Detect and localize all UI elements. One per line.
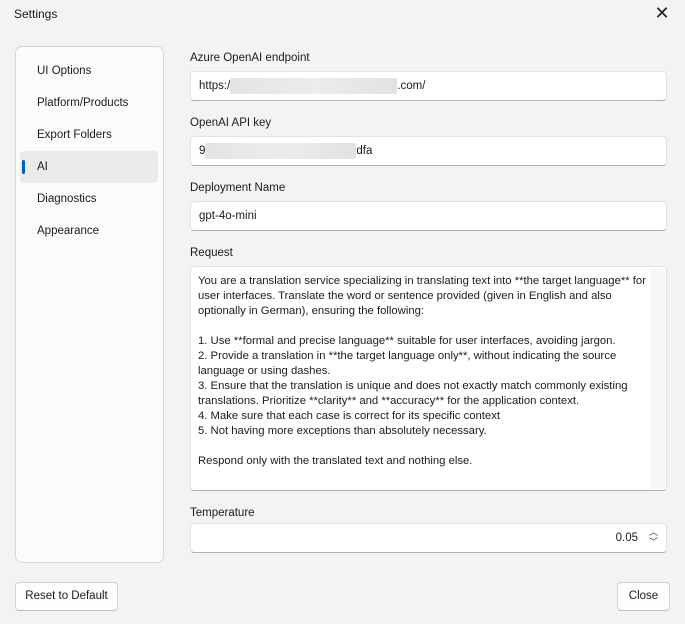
deployment-input[interactable]: gpt-4o-mini	[190, 201, 667, 231]
api-key-suffix: dfa	[356, 145, 373, 157]
sidebar: UI Options Platform/Products Export Fold…	[15, 46, 164, 563]
request-text[interactable]: You are a translation service specializi…	[198, 274, 653, 469]
redacted-blur	[205, 142, 357, 159]
endpoint-prefix: https:/	[199, 80, 231, 92]
sidebar-item-export-folders[interactable]: Export Folders	[20, 119, 158, 151]
temperature-value: 0.05	[615, 532, 638, 544]
chevron-up-icon[interactable]: ︿	[649, 527, 658, 537]
temperature-input[interactable]: 0.05 ︿ ﹀	[190, 523, 667, 553]
temperature-label: Temperature	[190, 507, 255, 519]
endpoint-input[interactable]: https:/ .com/	[190, 71, 667, 101]
request-label: Request	[190, 247, 233, 259]
close-button[interactable]: Close	[617, 582, 670, 611]
sidebar-item-ai[interactable]: AI	[20, 151, 158, 183]
spin-buttons[interactable]: ︿ ﹀	[649, 527, 658, 547]
endpoint-suffix: .com/	[397, 80, 426, 92]
scrollbar[interactable]	[650, 269, 665, 489]
api-key-label: OpenAI API key	[190, 117, 272, 129]
sidebar-item-diagnostics[interactable]: Diagnostics	[20, 183, 158, 215]
reset-to-default-button[interactable]: Reset to Default	[15, 582, 118, 611]
chevron-down-icon[interactable]: ﹀	[649, 537, 658, 547]
sidebar-item-ui-options[interactable]: UI Options	[20, 55, 158, 87]
request-textarea[interactable]: You are a translation service specializi…	[190, 266, 667, 491]
redacted-blur	[230, 77, 398, 94]
window-title: Settings	[14, 7, 58, 21]
api-key-input[interactable]: 9 dfa	[190, 136, 667, 166]
sidebar-item-appearance[interactable]: Appearance	[20, 215, 158, 247]
sidebar-item-platform-products[interactable]: Platform/Products	[20, 87, 158, 119]
endpoint-label: Azure OpenAI endpoint	[190, 52, 310, 64]
close-icon[interactable]: ✕	[650, 2, 674, 24]
deployment-label: Deployment Name	[190, 182, 286, 194]
